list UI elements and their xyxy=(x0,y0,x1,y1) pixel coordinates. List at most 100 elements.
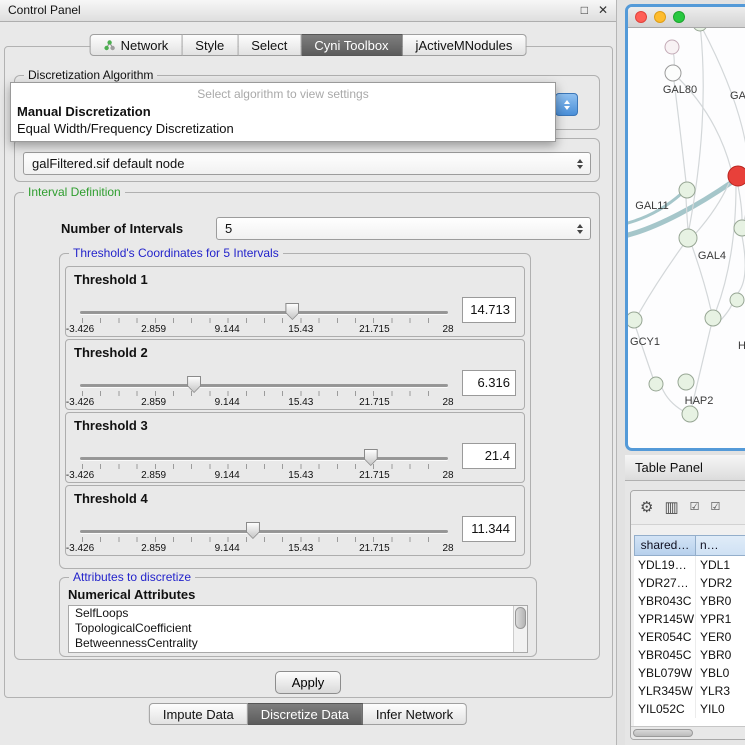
tab-select[interactable]: Select xyxy=(238,34,301,56)
gear-icon[interactable]: ⚙ xyxy=(640,500,653,515)
slider-tick-label: -3.426 xyxy=(66,397,94,408)
up-arrow-icon xyxy=(577,224,583,228)
scrollbar-thumb[interactable] xyxy=(633,729,693,737)
table-cell[interactable]: YER0 xyxy=(696,628,745,646)
tab-infer-network[interactable]: Infer Network xyxy=(363,703,467,725)
tab-cyni-toolbox[interactable]: Cyni Toolbox xyxy=(301,34,402,56)
network-tab-icon xyxy=(104,40,116,51)
threshold-label: Threshold 4 xyxy=(74,491,148,506)
threshold-slider[interactable]: -3.4262.8599.14415.4321.71528 xyxy=(80,518,448,556)
slider-tick-labels: -3.4262.8599.14415.4321.71528 xyxy=(80,470,448,482)
network-node[interactable] xyxy=(682,406,698,422)
network-node-gal4[interactable] xyxy=(679,229,697,247)
table-cell[interactable]: YBR0 xyxy=(696,592,745,610)
tab-network[interactable]: Network xyxy=(90,34,183,56)
number-of-intervals-combo[interactable]: 5 xyxy=(216,217,591,240)
close-window-icon[interactable]: ✕ xyxy=(598,0,608,21)
select-rows-checkbox-icon[interactable]: ☑ xyxy=(711,502,721,513)
table-row[interactable]: YBL079WYBL0 xyxy=(634,664,745,682)
table-cell[interactable]: YBR0 xyxy=(696,646,745,664)
combo-stepper xyxy=(573,218,587,239)
column-header-name[interactable]: n… xyxy=(696,535,745,556)
network-node[interactable] xyxy=(665,40,679,54)
tab-style[interactable]: Style xyxy=(182,34,238,56)
table-row[interactable]: YPR145WYPR1 xyxy=(634,610,745,628)
table-row[interactable]: YDL19…YDL1 xyxy=(634,556,745,574)
table-cell[interactable]: YBR043C xyxy=(634,592,696,610)
slider-tick-marks xyxy=(82,391,446,396)
network-node[interactable] xyxy=(705,310,721,326)
dropdown-item[interactable]: Equal Width/Frequency Discretization xyxy=(11,120,555,137)
slider-tick-label: 2.859 xyxy=(141,543,166,554)
table-row[interactable]: YER054CYER0 xyxy=(634,628,745,646)
dropdown-item[interactable]: Manual Discretization xyxy=(11,103,555,120)
network-node-gal11[interactable] xyxy=(679,182,695,198)
group-title-interval-definition: Interval Definition xyxy=(24,185,125,199)
node-label: GAL80 xyxy=(663,84,697,96)
horizontal-scrollbar[interactable] xyxy=(631,726,745,739)
attribute-item[interactable]: BetweennessCentrality xyxy=(69,636,527,651)
float-window-icon[interactable]: □ xyxy=(581,0,588,21)
tab-jactivemnodules[interactable]: jActiveMNodules xyxy=(403,34,527,56)
tab-impute-data[interactable]: Impute Data xyxy=(149,703,248,725)
close-traffic-light-icon[interactable] xyxy=(635,11,647,23)
threshold-slider[interactable]: -3.4262.8599.14415.4321.71528 xyxy=(80,299,448,337)
table-cell[interactable]: YLR3 xyxy=(696,682,745,700)
table-cell[interactable]: YLR345W xyxy=(634,682,696,700)
apply-button[interactable]: Apply xyxy=(275,671,341,694)
table-cell[interactable]: YPR145W xyxy=(634,610,696,628)
slider-tick-label: 15.43 xyxy=(288,543,313,554)
tab-discretize-data[interactable]: Discretize Data xyxy=(248,703,363,725)
network-view-window: GAL80GAL11GAGAL4GCY1HHAP2 xyxy=(625,4,745,451)
slider-track xyxy=(80,457,448,460)
table-row[interactable]: YIL052CYIL0 xyxy=(634,700,745,718)
columns-icon[interactable]: ▥ xyxy=(664,500,678,515)
table-row[interactable]: YBR043CYBR0 xyxy=(634,592,745,610)
table-data-combo[interactable]: galFiltered.sif default node xyxy=(23,152,591,175)
threshold-value-field[interactable]: 6.316 xyxy=(462,370,516,396)
table-cell[interactable]: YIL0 xyxy=(696,700,745,718)
combo-stepper xyxy=(573,153,587,174)
scrollbar-thumb[interactable] xyxy=(515,607,526,629)
attribute-item[interactable]: SelfLoops xyxy=(69,606,527,621)
numerical-attributes-list: SelfLoopsTopologicalCoefficientBetweenne… xyxy=(69,606,527,651)
table-cell[interactable]: YDL1 xyxy=(696,556,745,574)
table-cell[interactable]: YDL19… xyxy=(634,556,696,574)
table-cell[interactable]: YDR2 xyxy=(696,574,745,592)
threshold-value-field[interactable]: 21.4 xyxy=(462,443,516,469)
network-node-gcy1[interactable] xyxy=(628,312,642,328)
combo-up-arrow-icon xyxy=(564,100,570,104)
threshold-label: Threshold 1 xyxy=(74,272,148,287)
minimize-traffic-light-icon[interactable] xyxy=(654,11,666,23)
table-cell[interactable]: YIL052C xyxy=(634,700,696,718)
threshold-value-field[interactable]: 11.344 xyxy=(462,516,516,542)
network-node[interactable] xyxy=(730,293,744,307)
table-data-combo-value: galFiltered.sif default node xyxy=(32,156,184,171)
column-header-shared-name[interactable]: shared… xyxy=(634,535,696,556)
network-node[interactable] xyxy=(649,377,663,391)
network-canvas[interactable]: GAL80GAL11GAGAL4GCY1HHAP2 xyxy=(628,28,745,448)
algorithm-combo-button[interactable] xyxy=(555,93,578,116)
threshold-slider[interactable]: -3.4262.8599.14415.4321.71528 xyxy=(80,445,448,483)
select-all-checkbox-icon[interactable]: ☑ xyxy=(690,502,700,513)
attribute-item[interactable]: TopologicalCoefficient xyxy=(69,621,527,636)
table-row[interactable]: YBR045CYBR0 xyxy=(634,646,745,664)
attributes-scrollbar[interactable] xyxy=(513,606,527,652)
table-cell[interactable]: YBL079W xyxy=(634,664,696,682)
table-cell[interactable]: YDR27… xyxy=(634,574,696,592)
threshold-slider[interactable]: -3.4262.8599.14415.4321.71528 xyxy=(80,372,448,410)
table-cell[interactable]: YER054C xyxy=(634,628,696,646)
table-row[interactable]: YDR27…YDR2 xyxy=(634,574,745,592)
table-cell[interactable]: YBL0 xyxy=(696,664,745,682)
table-cell[interactable]: YPR1 xyxy=(696,610,745,628)
threshold-value-field[interactable]: 14.713 xyxy=(462,297,516,323)
network-node[interactable] xyxy=(734,220,745,236)
zoom-traffic-light-icon[interactable] xyxy=(673,11,685,23)
network-node-gal80[interactable] xyxy=(665,65,681,81)
threshold-panel: Threshold 2-3.4262.8599.14415.4321.71528… xyxy=(65,339,525,410)
network-node[interactable] xyxy=(728,166,745,186)
network-node[interactable] xyxy=(693,28,707,31)
table-cell[interactable]: YBR045C xyxy=(634,646,696,664)
table-row[interactable]: YLR345WYLR3 xyxy=(634,682,745,700)
network-node-hap2[interactable] xyxy=(678,374,694,390)
